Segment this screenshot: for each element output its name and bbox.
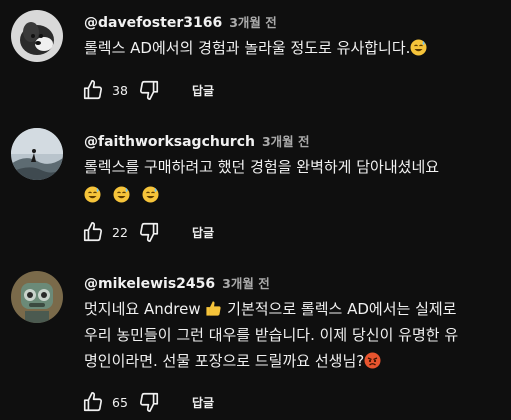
thumbs-down-icon — [139, 392, 159, 412]
thumbs-up-icon — [83, 80, 103, 100]
comment-text: 롤렉스 AD에서의 경험과 놀라울 정도로 유사합니다. — [84, 35, 499, 61]
thumbs-down-icon — [139, 222, 159, 242]
timestamp[interactable]: 3개월 전 — [229, 12, 277, 31]
comment-header: @davefoster3166 3개월 전 — [84, 12, 277, 32]
timestamp[interactable]: 3개월 전 — [222, 273, 270, 292]
avatar[interactable] — [11, 271, 63, 323]
timestamp[interactable]: 3개월 전 — [262, 131, 310, 150]
landscape-silhouette-avatar — [11, 128, 63, 180]
reply-button[interactable]: 답글 — [192, 394, 214, 411]
comment-line: 멋지네요 Andrew — [84, 300, 201, 318]
comment-line: 기본적으로 롤렉스 AD에서는 실제로 — [227, 300, 457, 318]
comment-actions: 22 답글 — [80, 219, 214, 245]
thumbs-up-emoji-icon — [205, 299, 222, 316]
comment-header: @faithworksagchurch 3개월 전 — [84, 131, 310, 151]
like-button[interactable] — [80, 389, 106, 415]
dog-photo-avatar — [11, 10, 63, 62]
sweat-smile-emoji-icon — [113, 185, 130, 203]
comment-text: 롤렉스를 구매하려고 했던 경험을 완벽하게 담아내셨네요 — [84, 154, 499, 208]
avatar[interactable] — [11, 10, 63, 62]
like-button[interactable] — [80, 77, 106, 103]
like-count: 65 — [112, 394, 128, 410]
thumbs-up-icon — [83, 392, 103, 412]
reply-button[interactable]: 답글 — [192, 224, 214, 241]
dislike-button[interactable] — [136, 219, 162, 245]
dislike-button[interactable] — [136, 389, 162, 415]
comment-actions: 65 답글 — [80, 389, 214, 415]
like-count: 22 — [112, 224, 128, 240]
comment-line: 우리 농민들이 그런 대우를 받습니다. 이제 당신이 유명한 유 — [84, 326, 459, 344]
thumbs-down-icon — [139, 80, 159, 100]
like-count: 38 — [112, 82, 128, 98]
dislike-button[interactable] — [136, 77, 162, 103]
sweat-smile-emoji-icon — [410, 38, 427, 56]
angry-face-emoji-icon — [364, 351, 381, 369]
comment-header: @mikelewis2456 3개월 전 — [84, 273, 270, 293]
author-handle[interactable]: @davefoster3166 — [84, 15, 222, 31]
sweat-smile-emoji-icon — [84, 185, 101, 203]
like-button[interactable] — [80, 219, 106, 245]
reply-button[interactable]: 답글 — [192, 82, 214, 99]
author-handle[interactable]: @mikelewis2456 — [84, 276, 215, 292]
comment-line: 롤렉스를 구매하려고 했던 경험을 완벽하게 담아내셨네요 — [84, 158, 440, 176]
avatar[interactable] — [11, 128, 63, 180]
comment-text: 멋지네요 Andrew 기본적으로 롤렉스 AD에서는 실제로 우리 농민들이 … — [84, 296, 499, 374]
thumbs-up-icon — [83, 222, 103, 242]
comment-line: 롤렉스 AD에서의 경험과 놀라울 정도로 유사합니다. — [84, 39, 411, 57]
robot-photo-avatar — [11, 271, 63, 323]
comment-actions: 38 답글 — [80, 77, 214, 103]
author-handle[interactable]: @faithworksagchurch — [84, 134, 255, 150]
sweat-smile-emoji-icon — [142, 185, 159, 203]
comment-line: 명인이라면. 선물 포장으로 드릴까요 선생님? — [84, 352, 365, 370]
